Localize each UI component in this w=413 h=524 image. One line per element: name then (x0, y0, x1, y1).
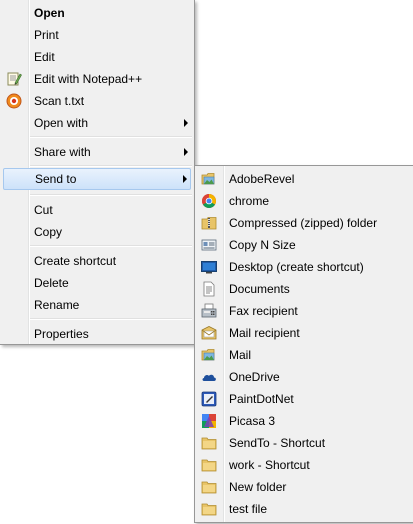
menu-item-print[interactable]: Print (0, 24, 194, 46)
menu-item-label: AdobeRevel (229, 172, 295, 186)
mail-recipient-icon (201, 325, 217, 341)
send-to-item-desktop[interactable]: Desktop (create shortcut) (195, 256, 413, 278)
send-to-item-compressed-folder[interactable]: Compressed (zipped) folder (195, 212, 413, 234)
menu-item-label: PaintDotNet (229, 392, 294, 406)
folder-image-icon (201, 347, 217, 363)
desktop-icon (201, 259, 217, 275)
menu-item-label: Scan t.txt (34, 94, 85, 108)
menu-item-share-with[interactable]: Share with (0, 141, 194, 163)
send-to-item-fax-recipient[interactable]: Fax recipient (195, 300, 413, 322)
menu-item-label: Fax recipient (229, 304, 298, 318)
menu-item-label: Rename (34, 298, 80, 312)
menu-item-cut[interactable]: Cut (0, 199, 194, 221)
documents-icon (201, 281, 217, 297)
zip-folder-icon (201, 215, 217, 231)
antivirus-scan-icon (6, 93, 22, 109)
send-to-item-paintdotnet[interactable]: PaintDotNet (195, 388, 413, 410)
submenu-arrow-icon (184, 119, 188, 127)
send-to-item-chrome[interactable]: chrome (195, 190, 413, 212)
notepad-plus-plus-icon (6, 71, 22, 87)
send-to-item-adoberevel[interactable]: AdobeRevel (195, 168, 413, 190)
menu-item-edit[interactable]: Edit (0, 46, 194, 68)
folder-image-icon (201, 171, 217, 187)
menu-item-label: Copy N Size (229, 238, 296, 252)
fax-icon (201, 303, 217, 319)
menu-item-label: Edit (34, 50, 55, 64)
menu-item-edit-with-notepad[interactable]: Edit with Notepad++ (0, 68, 194, 90)
folder-icon (201, 501, 217, 517)
copy-n-size-icon (201, 237, 217, 253)
menu-item-label: Desktop (create shortcut) (229, 260, 364, 274)
menu-item-delete[interactable]: Delete (0, 272, 194, 294)
menu-item-label: work - Shortcut (229, 458, 310, 472)
menu-item-label: Cut (34, 203, 53, 217)
menu-item-label: Mail recipient (229, 326, 300, 340)
menu-item-label: Print (34, 28, 59, 42)
menu-item-label: Properties (34, 327, 89, 341)
menu-item-label: Compressed (zipped) folder (229, 216, 378, 230)
menu-item-properties[interactable]: Properties (0, 323, 194, 345)
send-to-item-test-file[interactable]: test file (195, 498, 413, 520)
chrome-icon (201, 193, 217, 209)
menu-item-label: Edit with Notepad++ (34, 72, 143, 86)
send-to-item-work-shortcut[interactable]: work - Shortcut (195, 454, 413, 476)
menu-item-label: Documents (229, 282, 290, 296)
folder-icon (201, 435, 217, 451)
menu-item-label: Delete (34, 276, 69, 290)
menu-item-label: Send to (35, 172, 77, 186)
menu-item-label: Create shortcut (34, 254, 117, 268)
menu-separator (30, 194, 192, 196)
onedrive-icon (201, 369, 217, 385)
menu-item-copy[interactable]: Copy (0, 221, 194, 243)
menu-item-label: SendTo - Shortcut (229, 436, 326, 450)
menu-separator (30, 245, 192, 247)
menu-item-scan[interactable]: Scan t.txt (0, 90, 194, 112)
send-to-submenu: AdobeRevel chrome Compressed (zipped) fo… (194, 165, 413, 523)
menu-item-label: New folder (229, 480, 287, 494)
menu-separator (30, 165, 192, 167)
menu-item-label: Copy (34, 225, 63, 239)
menu-separator (30, 318, 192, 320)
send-to-item-onedrive[interactable]: OneDrive (195, 366, 413, 388)
submenu-arrow-icon (184, 148, 188, 156)
submenu-arrow-icon (183, 175, 187, 183)
paintdotnet-icon (201, 391, 217, 407)
menu-item-label: Open with (34, 116, 89, 130)
menu-item-open[interactable]: Open (0, 2, 194, 24)
menu-item-label: chrome (229, 194, 270, 208)
folder-icon (201, 479, 217, 495)
menu-item-send-to[interactable]: Send to (3, 168, 191, 190)
send-to-item-mail-recipient[interactable]: Mail recipient (195, 322, 413, 344)
send-to-item-new-folder[interactable]: New folder (195, 476, 413, 498)
menu-item-label: test file (229, 502, 268, 516)
send-to-item-copy-n-size[interactable]: Copy N Size (195, 234, 413, 256)
context-menu: Open Print Edit Edit with Notepad++ Scan… (0, 0, 195, 345)
send-to-item-mail[interactable]: Mail (195, 344, 413, 366)
menu-item-label: Picasa 3 (229, 414, 276, 428)
picasa-icon (201, 413, 217, 429)
send-to-item-sendto-shortcut[interactable]: SendTo - Shortcut (195, 432, 413, 454)
menu-item-label: Mail (229, 348, 252, 362)
menu-item-create-shortcut[interactable]: Create shortcut (0, 250, 194, 272)
menu-item-rename[interactable]: Rename (0, 294, 194, 316)
menu-item-open-with[interactable]: Open with (0, 112, 194, 134)
send-to-item-documents[interactable]: Documents (195, 278, 413, 300)
menu-item-label: Share with (34, 145, 91, 159)
menu-item-label: OneDrive (229, 370, 280, 384)
send-to-item-picasa[interactable]: Picasa 3 (195, 410, 413, 432)
menu-item-label: Open (34, 6, 65, 20)
folder-icon (201, 457, 217, 473)
menu-separator (30, 136, 192, 138)
